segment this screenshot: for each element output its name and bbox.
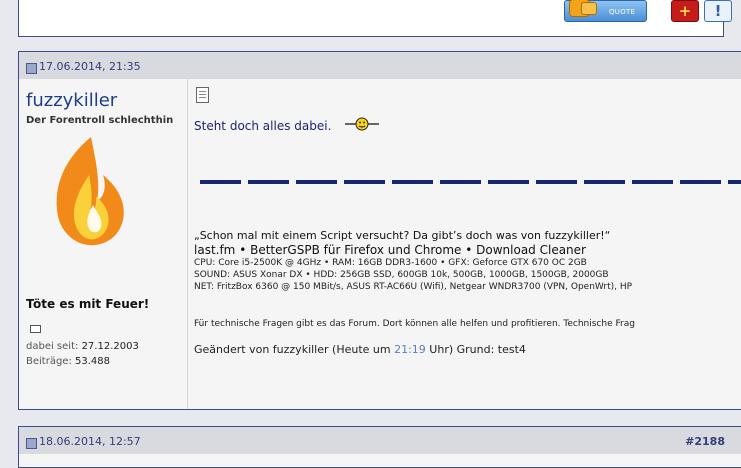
signature-quote: „Schon mal mit einem Script versucht? Da… bbox=[194, 229, 611, 242]
post-date: 18.06.2014, 12:57 bbox=[39, 435, 141, 448]
post-status-icon bbox=[26, 438, 37, 449]
edit-note-suffix: Uhr) Grund: test4 bbox=[425, 343, 526, 356]
post-number-link[interactable]: #2188 bbox=[685, 435, 725, 448]
post-header: 17.06.2014, 21:35 bbox=[19, 52, 741, 79]
edit-note-time: 21:19 bbox=[394, 343, 426, 356]
quote-button-label: QUOTE bbox=[609, 8, 636, 16]
post-message: Steht doch alles dabei. bbox=[194, 119, 332, 133]
post-header: 18.06.2014, 12:57 #2188 bbox=[19, 427, 741, 454]
multiquote-button[interactable]: + bbox=[671, 0, 699, 22]
post-count-label: Beiträge: bbox=[26, 356, 72, 367]
report-post-button[interactable]: ! bbox=[704, 0, 732, 22]
envelope-icon[interactable] bbox=[30, 325, 41, 333]
signature-spec-net: NET: FritzBox 6360 @ 150 MBit/s, ASUS RT… bbox=[194, 282, 633, 292]
post: 17.06.2014, 21:35 fuzzykiller Der Forent… bbox=[18, 51, 741, 410]
previous-post-footer: QUOTE + ! bbox=[18, 0, 732, 37]
user-info: fuzzykiller Der Forentroll schlechthin T… bbox=[19, 79, 188, 409]
multiquote-plus-icon: + bbox=[678, 2, 692, 20]
smiley-icon bbox=[345, 117, 379, 131]
edit-note-prefix: Geändert von fuzzykiller (Heute um bbox=[194, 343, 395, 356]
post-date: 17.06.2014, 21:35 bbox=[39, 60, 141, 73]
document-icon bbox=[196, 87, 209, 103]
signature-spec-sound: SOUND: ASUS Xonar DX • HDD: 256GB SSD, 6… bbox=[194, 270, 609, 280]
signature-separator bbox=[200, 180, 741, 185]
post: 18.06.2014, 12:57 #2188 bbox=[18, 426, 741, 468]
signature-links[interactable]: last.fm • BetterGSPB für Firefox und Chr… bbox=[194, 243, 632, 257]
user-motto: Töte es mit Feuer! bbox=[26, 297, 150, 311]
join-date-label: dabei seit: bbox=[26, 341, 79, 352]
signature-spec-cpu: CPU: Core i5-2500K @ 4GHz • RAM: 16GB DD… bbox=[194, 258, 587, 268]
post-status-icon bbox=[26, 63, 37, 74]
username-link[interactable]: fuzzykiller bbox=[26, 90, 117, 111]
quote-button[interactable]: QUOTE bbox=[564, 0, 647, 22]
edit-note: Geändert von fuzzykiller (Heute um 21:19… bbox=[194, 343, 526, 356]
signature: „Schon mal mit einem Script versucht? Da… bbox=[194, 229, 632, 293]
signature-note: Für technische Fragen gibt es das Forum.… bbox=[194, 319, 635, 329]
post-content: Steht doch alles dabei. „Schon mal mit e… bbox=[188, 79, 741, 409]
post-count-value: 53.488 bbox=[75, 356, 111, 367]
user-title: Der Forentroll schlechthin bbox=[26, 115, 174, 126]
join-date: dabei seit: 27.12.2003 bbox=[26, 341, 139, 352]
report-exclamation-icon: ! bbox=[714, 2, 722, 20]
join-date-value: 27.12.2003 bbox=[81, 341, 139, 352]
post-count: Beiträge: 53.488 bbox=[26, 356, 110, 367]
avatar[interactable] bbox=[49, 135, 129, 250]
speech-bubble-icon bbox=[581, 2, 597, 15]
